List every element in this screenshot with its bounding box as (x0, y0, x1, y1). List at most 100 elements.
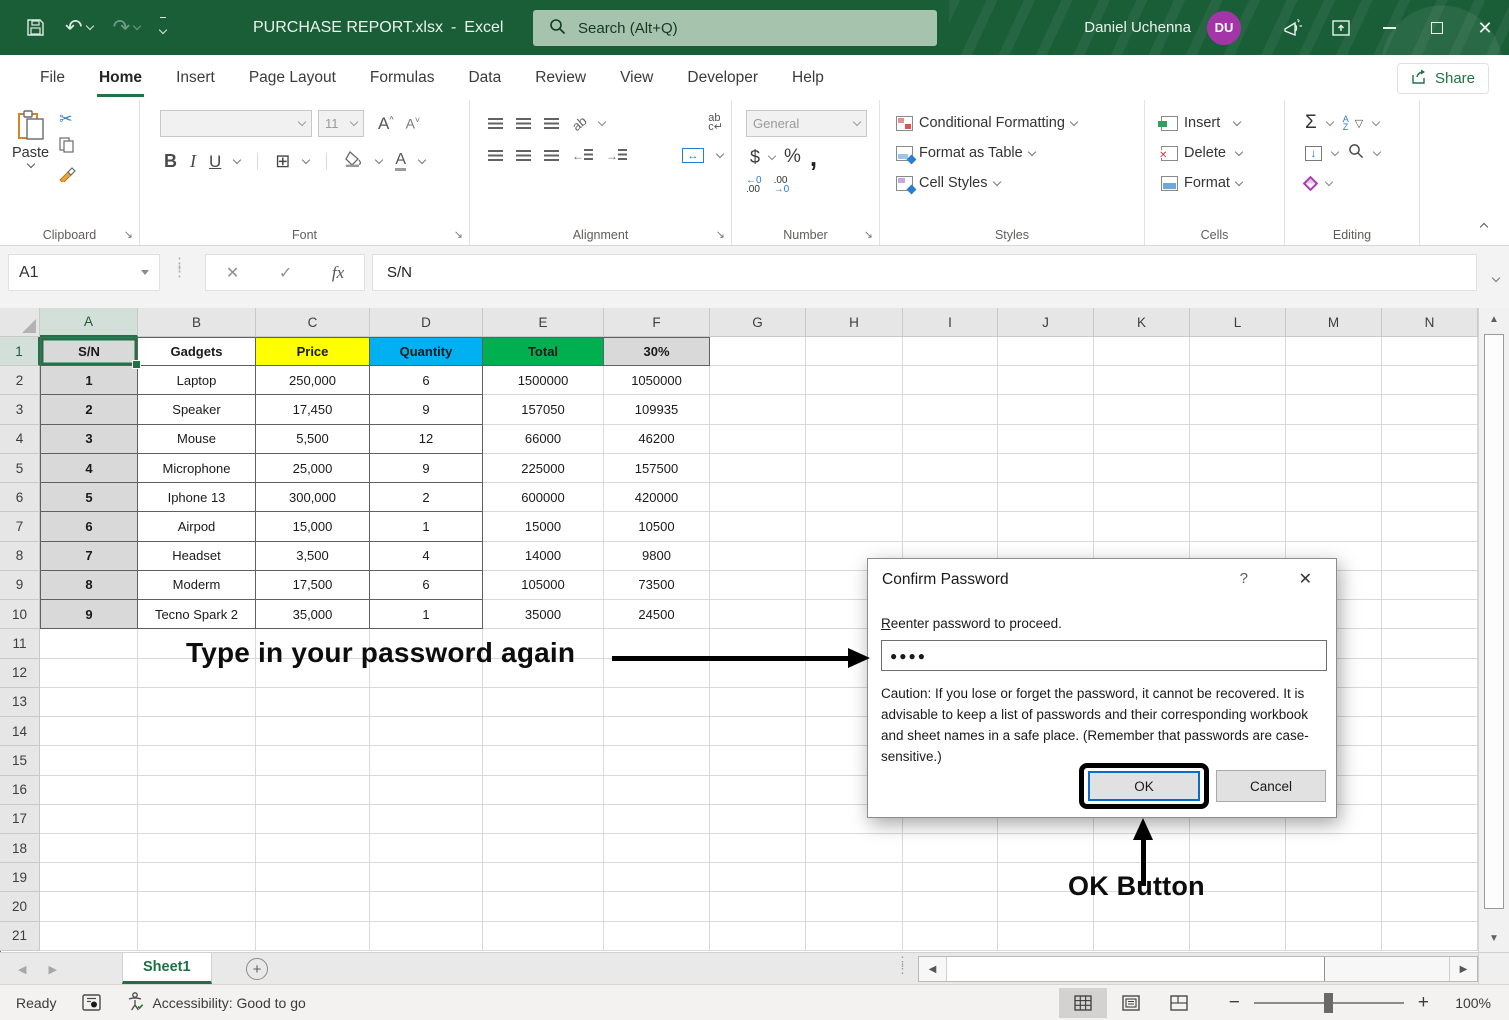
format-painter-icon[interactable] (59, 167, 76, 187)
cell-G5[interactable] (710, 454, 806, 483)
close-button[interactable]: ✕ (1461, 0, 1509, 55)
row-header-21[interactable]: 21 (0, 922, 40, 951)
zoom-slider-handle[interactable] (1324, 993, 1333, 1013)
view-page-layout-button[interactable] (1107, 988, 1155, 1018)
save-button[interactable] (26, 18, 45, 37)
cell-D8[interactable]: 4 (370, 542, 483, 571)
format-as-table-button[interactable]: Format as Table (896, 138, 1144, 168)
cell-B17[interactable] (138, 805, 256, 834)
cell-I3[interactable] (903, 395, 998, 424)
cell-C18[interactable] (256, 834, 370, 863)
select-all-button[interactable] (0, 308, 40, 337)
cell-L21[interactable] (1190, 922, 1286, 951)
tab-help[interactable]: Help (778, 55, 838, 100)
dialog-help-button[interactable]: ? (1240, 570, 1248, 587)
cell-L7[interactable] (1190, 512, 1286, 541)
vertical-scroll-thumb[interactable] (1484, 334, 1504, 909)
cell-G18[interactable] (710, 834, 806, 863)
decrease-font-icon[interactable]: A˅ (406, 115, 421, 132)
italic-button[interactable]: I (190, 151, 196, 172)
cell-N12[interactable] (1382, 659, 1478, 688)
borders-chevron[interactable] (302, 156, 310, 164)
cell-A20[interactable] (40, 892, 138, 921)
cell-F9[interactable]: 73500 (604, 571, 710, 600)
cell-G21[interactable] (710, 922, 806, 951)
cell-H2[interactable] (806, 366, 903, 395)
cell-J7[interactable] (998, 512, 1094, 541)
cell-N17[interactable] (1382, 805, 1478, 834)
scrollbar-resize-dots[interactable]: ⋮⋮ (896, 958, 909, 972)
cell-A17[interactable] (40, 805, 138, 834)
scroll-down-arrow[interactable]: ▼ (1479, 933, 1509, 944)
cell-B16[interactable] (138, 776, 256, 805)
cell-D4[interactable]: 12 (370, 425, 483, 454)
cell-K7[interactable] (1094, 512, 1190, 541)
cell-C2[interactable]: 250,000 (256, 366, 370, 395)
cell-A21[interactable] (40, 922, 138, 951)
cell-A11[interactable] (40, 629, 138, 658)
underline-button[interactable]: U (209, 152, 221, 172)
cell-N19[interactable] (1382, 863, 1478, 892)
dialog-close-icon[interactable]: ✕ (1299, 569, 1312, 589)
cell-I19[interactable] (903, 863, 998, 892)
cell-F3[interactable]: 109935 (604, 395, 710, 424)
column-header-I[interactable]: I (903, 308, 998, 337)
align-center-icon[interactable] (516, 150, 531, 161)
cell-N5[interactable] (1382, 454, 1478, 483)
tab-home[interactable]: Home (85, 55, 156, 100)
align-left-icon[interactable] (488, 150, 503, 161)
cell-B5[interactable]: Microphone (138, 454, 256, 483)
cell-C8[interactable]: 3,500 (256, 542, 370, 571)
wrap-text-icon[interactable]: abc↵ (708, 114, 723, 132)
cell-B3[interactable]: Speaker (138, 395, 256, 424)
cell-F15[interactable] (604, 746, 710, 775)
cell-D18[interactable] (370, 834, 483, 863)
cell-K6[interactable] (1094, 483, 1190, 512)
horizontal-scroll-thumb[interactable] (947, 957, 1325, 981)
cell-M21[interactable] (1286, 922, 1382, 951)
tab-file[interactable]: File (26, 55, 79, 100)
new-sheet-button[interactable]: + (246, 958, 268, 980)
cell-N3[interactable] (1382, 395, 1478, 424)
cell-C10[interactable]: 35,000 (256, 600, 370, 629)
merge-center-icon[interactable]: ↔ (682, 148, 704, 163)
cell-C17[interactable] (256, 805, 370, 834)
cell-I6[interactable] (903, 483, 998, 512)
row-header-19[interactable]: 19 (0, 863, 40, 892)
cell-F5[interactable]: 157500 (604, 454, 710, 483)
redo-button[interactable]: ↷ (113, 15, 141, 40)
cell-K21[interactable] (1094, 922, 1190, 951)
row-header-3[interactable]: 3 (0, 395, 40, 424)
cell-F8[interactable]: 9800 (604, 542, 710, 571)
font-dialog-launcher[interactable]: ↘ (454, 228, 463, 241)
cell-G19[interactable] (710, 863, 806, 892)
cell-F16[interactable] (604, 776, 710, 805)
cell-L5[interactable] (1190, 454, 1286, 483)
cell-G12[interactable] (710, 659, 806, 688)
cell-F11[interactable] (604, 629, 710, 658)
row-header-16[interactable]: 16 (0, 776, 40, 805)
cell-A3[interactable]: 2 (40, 395, 138, 424)
cell-J6[interactable] (998, 483, 1094, 512)
column-header-L[interactable]: L (1190, 308, 1286, 337)
cell-E20[interactable] (483, 892, 604, 921)
cell-F12[interactable] (604, 659, 710, 688)
cell-D2[interactable]: 6 (370, 366, 483, 395)
cell-F10[interactable]: 24500 (604, 600, 710, 629)
cell-C14[interactable] (256, 717, 370, 746)
number-format-combobox[interactable]: General (746, 110, 867, 137)
cell-C19[interactable] (256, 863, 370, 892)
cell-D21[interactable] (370, 922, 483, 951)
cell-A4[interactable]: 3 (40, 425, 138, 454)
cell-C9[interactable]: 17,500 (256, 571, 370, 600)
cell-I5[interactable] (903, 454, 998, 483)
cell-F6[interactable]: 420000 (604, 483, 710, 512)
cell-D14[interactable] (370, 717, 483, 746)
cell-N14[interactable] (1382, 717, 1478, 746)
tab-view[interactable]: View (606, 55, 667, 100)
row-header-13[interactable]: 13 (0, 688, 40, 717)
cell-H6[interactable] (806, 483, 903, 512)
number-dialog-launcher[interactable]: ↘ (864, 228, 873, 241)
cut-icon[interactable]: ✂ (59, 112, 76, 128)
cell-D16[interactable] (370, 776, 483, 805)
